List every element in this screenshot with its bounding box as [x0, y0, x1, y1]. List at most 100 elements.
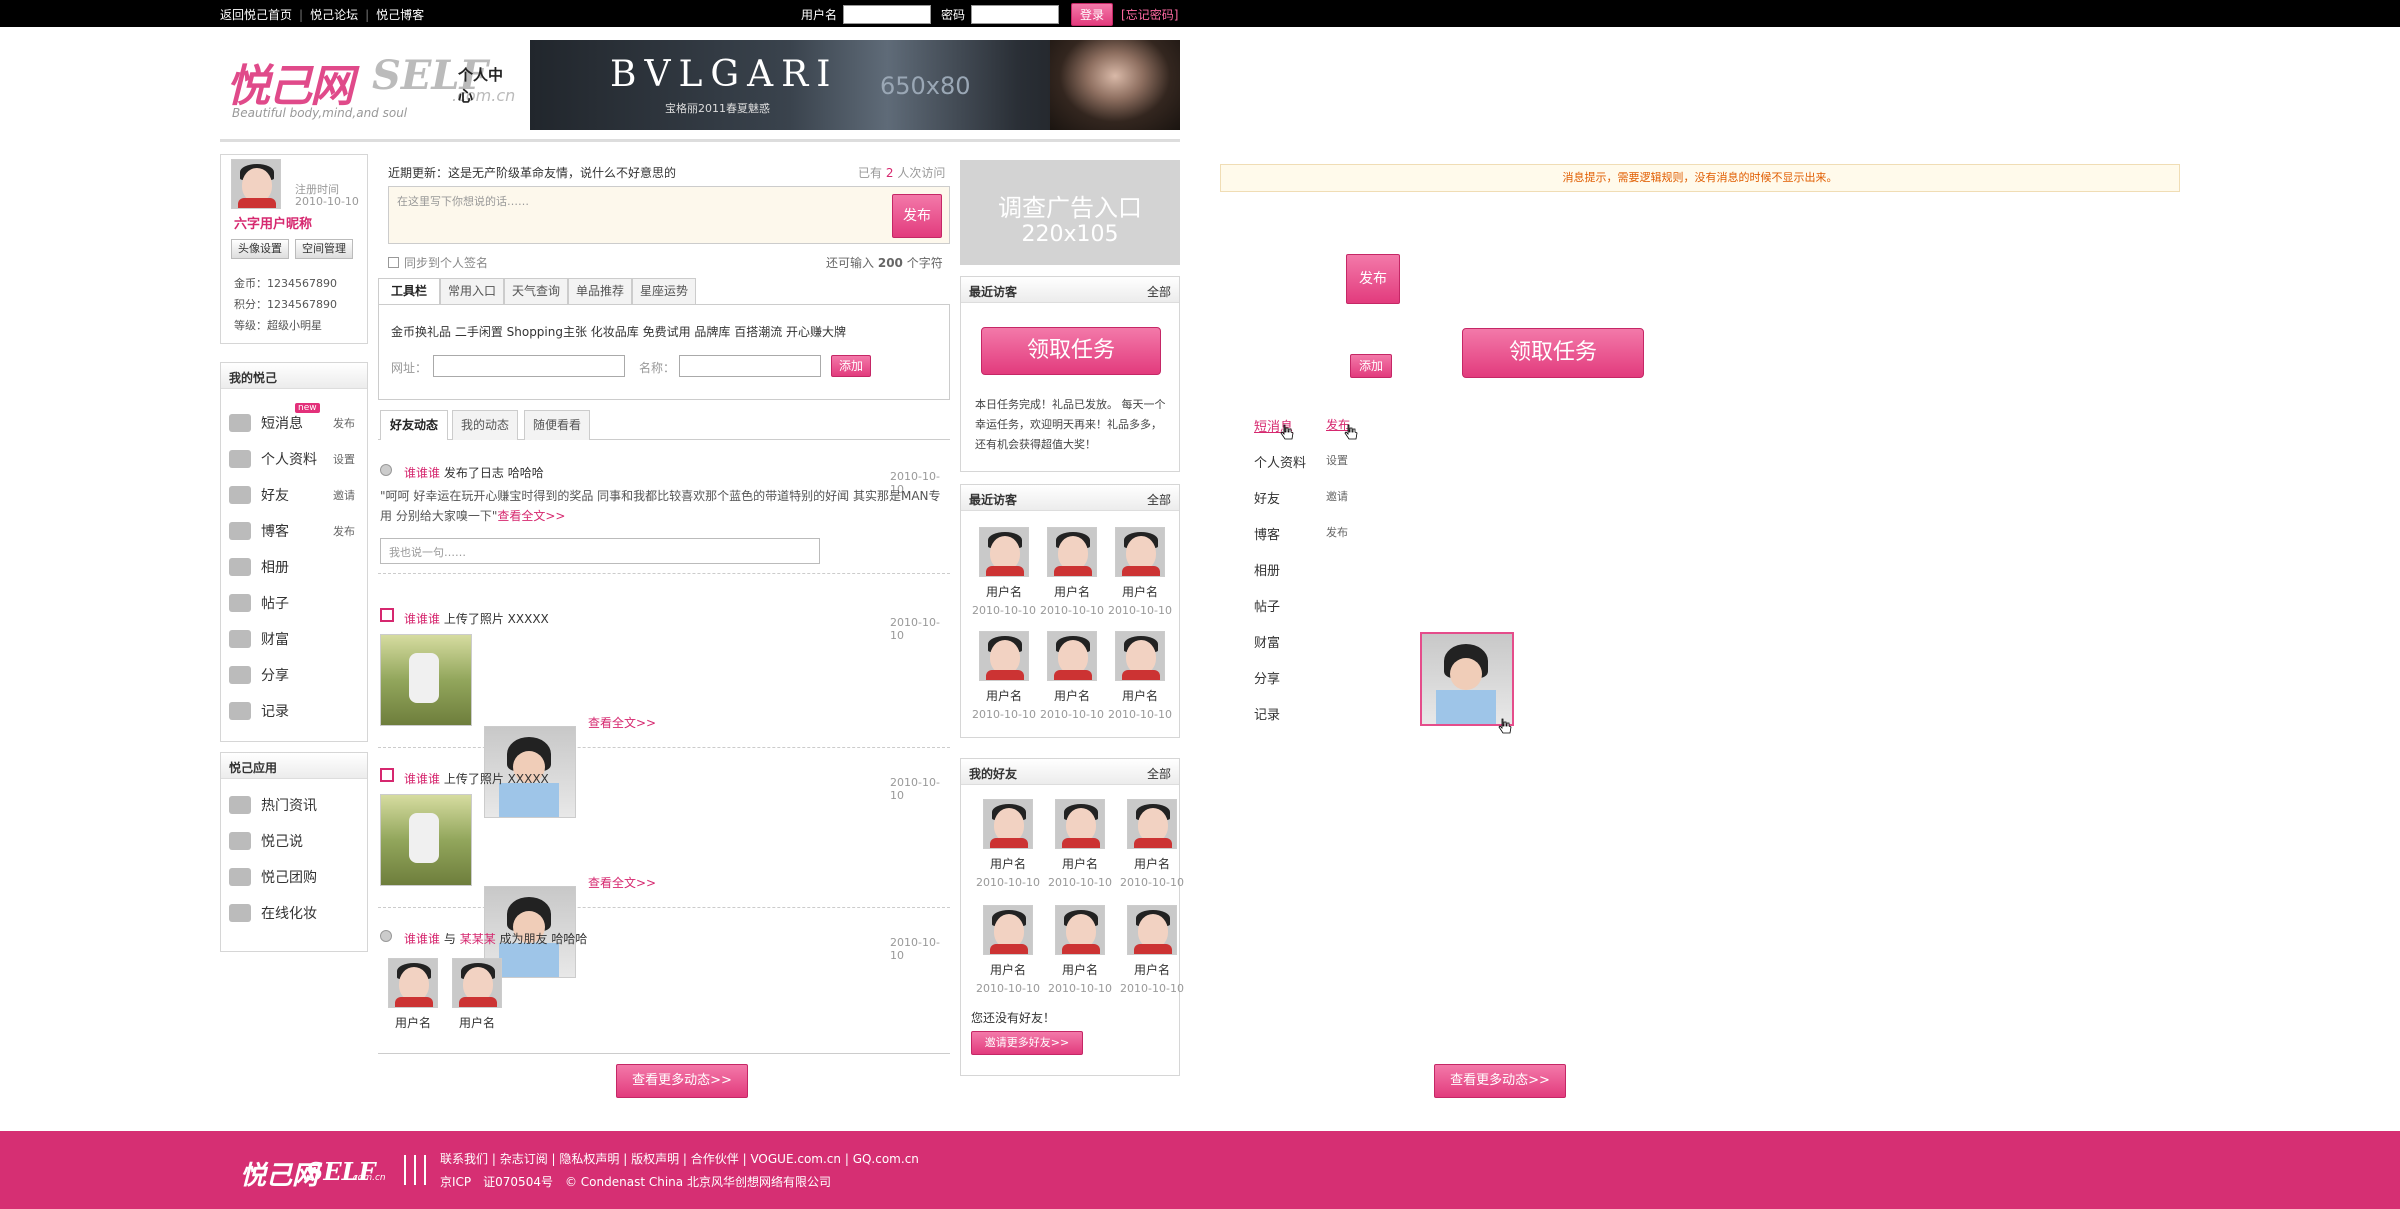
profile-avatar[interactable] — [231, 159, 281, 209]
menu-item-records[interactable]: 记录 — [221, 699, 289, 723]
site-logo[interactable]: 悦己网 SELF .com.cn 个人中心 Beautiful body,min… — [226, 44, 516, 124]
footer-link-subscribe[interactable]: 杂志订阅 — [500, 1152, 548, 1166]
menu-item-friends[interactable]: 好友 邀请 — [221, 483, 367, 507]
password-input[interactable] — [971, 5, 1060, 24]
friend-card[interactable]: 用户名 2010-10-10 — [973, 799, 1043, 889]
add-button-hover-state[interactable]: 添加 — [1350, 354, 1392, 378]
friend-card[interactable]: 用户名 — [442, 958, 512, 1031]
tab-common[interactable]: 常用入口 — [440, 278, 504, 304]
tab-weather[interactable]: 天气查询 — [504, 278, 568, 304]
sync-signature[interactable]: 同步到个人签名 — [388, 254, 488, 271]
menu-action-invite[interactable]: 邀请 — [333, 487, 355, 503]
visitor-card[interactable]: 用户名 2010-10-10 — [1037, 631, 1107, 721]
menu-item-posts[interactable]: 帖子 — [221, 591, 289, 615]
view-all-link[interactable]: 全部 — [1147, 283, 1171, 300]
username-input[interactable] — [843, 5, 932, 24]
tab-horoscope[interactable]: 星座运势 — [632, 278, 696, 304]
publish-button-hover-state[interactable]: 发布 — [1346, 254, 1400, 304]
menu-label-posts[interactable]: 帖子 — [1254, 596, 1280, 615]
app-item-makeup[interactable]: 在线化妆 — [221, 901, 317, 925]
tab-friend-feed[interactable]: 好友动态 — [380, 410, 448, 440]
view-all-link[interactable]: 全部 — [1147, 765, 1171, 782]
feed-title-link[interactable]: 哈哈哈 — [508, 466, 544, 480]
friend-card[interactable]: 用户名 2010-10-10 — [1045, 905, 1115, 995]
footer-link-contact[interactable]: 联系我们 — [440, 1152, 488, 1166]
invite-friends-button[interactable]: 邀请更多好友>> — [971, 1031, 1083, 1055]
view-all-link[interactable]: 全部 — [1147, 491, 1171, 508]
menu-action-publish-blog[interactable]: 发布 — [1326, 524, 1348, 540]
menu-action-publish-blog[interactable]: 发布 — [333, 523, 355, 539]
menu-item-album[interactable]: 相册 — [221, 555, 289, 579]
tab-recommend[interactable]: 单品推荐 — [568, 278, 632, 304]
photo-thumbnail[interactable] — [380, 794, 472, 886]
read-more-link[interactable]: 查看全文>> — [497, 509, 565, 523]
visitor-card[interactable]: 用户名 2010-10-10 — [969, 527, 1039, 617]
menu-action-publish[interactable]: 发布 — [333, 415, 355, 431]
forgot-password-link[interactable]: [忘记密码] — [1121, 6, 1178, 23]
visitor-card[interactable]: 用户名 2010-10-10 — [1037, 527, 1107, 617]
footer-link-vogue[interactable]: VOGUE.com.cn — [750, 1152, 841, 1166]
menu-item-share[interactable]: 分享 — [221, 663, 289, 687]
app-item-say[interactable]: 悦己说 — [221, 829, 303, 853]
top-link-home[interactable]: 返回悦己首页 — [220, 8, 292, 22]
friend-card[interactable]: 用户名 2010-10-10 — [1117, 905, 1187, 995]
footer-link-privacy[interactable]: 隐私权声明 — [559, 1152, 619, 1166]
app-item-groupbuy[interactable]: 悦己团购 — [221, 865, 317, 889]
comment-input[interactable]: 我也说一句…… — [380, 538, 820, 564]
sync-checkbox[interactable] — [388, 257, 399, 268]
menu-label-share[interactable]: 分享 — [1254, 668, 1280, 687]
friend-card[interactable]: 用户名 2010-10-10 — [1045, 799, 1115, 889]
photo-thumbnail-hover-state[interactable] — [1420, 632, 1514, 726]
menu-label-profile[interactable]: 个人资料 — [1254, 452, 1306, 471]
feed-user-link[interactable]: 谁谁谁 — [404, 612, 440, 626]
friend-card[interactable]: 用户名 2010-10-10 — [1117, 799, 1187, 889]
more-feed-button-hover-state[interactable]: 查看更多动态>> — [1434, 1064, 1566, 1098]
menu-item-blog[interactable]: 博客 发布 — [221, 519, 367, 543]
quick-links[interactable]: 金币换礼品 二手闲置 Shopping主张 化妆品库 免费试用 品牌库 百搭潮流… — [391, 323, 846, 340]
space-manage-button[interactable]: 空间管理 — [295, 239, 353, 259]
visitor-card[interactable]: 用户名 2010-10-10 — [969, 631, 1039, 721]
footer-link-gq[interactable]: GQ.com.cn — [853, 1152, 919, 1166]
read-more-link[interactable]: 查看全文>> — [588, 874, 656, 891]
visitor-card[interactable]: 用户名 2010-10-10 — [1105, 631, 1175, 721]
status-textarea[interactable]: 在这里写下你想说的话…… — [388, 186, 950, 244]
menu-action-settings[interactable]: 设置 — [333, 451, 355, 467]
menu-label-wealth[interactable]: 财富 — [1254, 632, 1280, 651]
more-feed-button[interactable]: 查看更多动态>> — [616, 1064, 748, 1098]
url-input[interactable] — [433, 355, 625, 377]
top-link-blog[interactable]: 悦己博客 — [376, 8, 424, 22]
friend-card[interactable]: 用户名 — [378, 958, 448, 1031]
footer-logo[interactable]: 悦己网 SELF .com.cn — [240, 1151, 386, 1191]
top-link-forum[interactable]: 悦己论坛 — [310, 8, 358, 22]
menu-item-wealth[interactable]: 财富 — [221, 627, 289, 651]
banner-ad[interactable]: BVLGARI 宝格丽2011春夏魅惑 650x80 — [530, 40, 1180, 130]
add-link-button[interactable]: 添加 — [831, 355, 871, 377]
footer-link-partners[interactable]: 合作伙伴 — [691, 1152, 739, 1166]
feed-user-link[interactable]: 谁谁谁 — [404, 466, 440, 480]
photo-thumbnail[interactable] — [380, 634, 472, 726]
menu-action-invite[interactable]: 邀请 — [1326, 488, 1348, 504]
menu-action-settings[interactable]: 设置 — [1326, 452, 1348, 468]
feed-user-link[interactable]: 谁谁谁 — [404, 772, 440, 786]
avatar-settings-button[interactable]: 头像设置 — [231, 239, 289, 259]
feed-friend-link[interactable]: 某某某 — [460, 932, 496, 946]
claim-task-button-hover-state[interactable]: 领取任务 — [1462, 328, 1644, 378]
menu-label-records[interactable]: 记录 — [1254, 704, 1280, 723]
claim-task-button[interactable]: 领取任务 — [981, 327, 1161, 375]
tab-random-feed[interactable]: 随便看看 — [524, 410, 590, 440]
menu-label-friends[interactable]: 好友 — [1254, 488, 1280, 507]
menu-item-messages[interactable]: 短消息 发布 — [221, 411, 367, 435]
menu-item-profile[interactable]: 个人资料 设置 — [221, 447, 367, 471]
tab-my-feed[interactable]: 我的动态 — [452, 410, 518, 440]
name-input[interactable] — [679, 355, 821, 377]
menu-label-blog[interactable]: 博客 — [1254, 524, 1280, 543]
survey-ad[interactable]: 调查广告入口 220x105 — [960, 160, 1180, 265]
app-item-news[interactable]: 热门资讯 — [221, 793, 317, 817]
read-more-link[interactable]: 查看全文>> — [588, 714, 656, 731]
status-publish-button[interactable]: 发布 — [892, 194, 942, 238]
footer-link-copyright[interactable]: 版权声明 — [631, 1152, 679, 1166]
friend-card[interactable]: 用户名 2010-10-10 — [973, 905, 1043, 995]
profile-nickname[interactable]: 六字用户昵称 — [234, 213, 312, 232]
feed-user-link[interactable]: 谁谁谁 — [404, 932, 440, 946]
login-button[interactable]: 登录 — [1071, 3, 1114, 26]
